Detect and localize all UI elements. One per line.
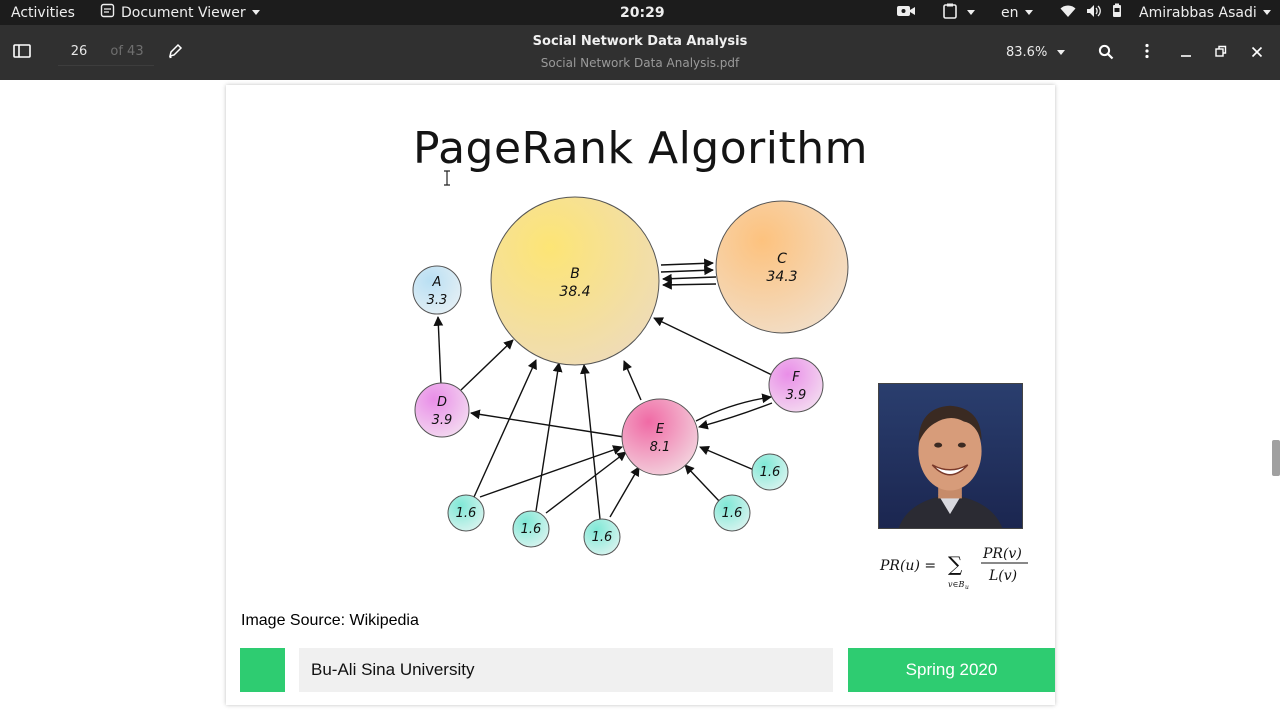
formula-subscript: v∈B: [948, 580, 964, 589]
pencil-icon: [167, 43, 183, 63]
node-e-label: E: [656, 422, 665, 437]
input-language-menu[interactable]: en: [1001, 0, 1033, 25]
user-menu[interactable]: Amirabbas Asadi: [1139, 0, 1271, 25]
battery-icon: [1112, 3, 1122, 22]
activities-label: Activities: [11, 4, 75, 21]
pagerank-formula: PR(u) = ∑ v∈B u PR(v) L(v): [876, 540, 1036, 591]
wifi-icon: [1060, 4, 1076, 22]
edge-n4-e: [699, 445, 755, 471]
footer-university: Bu-Ali Sina University: [299, 648, 833, 692]
edge-n2-e: [545, 451, 627, 514]
pdf-page: PageRank Algorithm B 38.4 C 34.3 A 3.3 D…: [226, 85, 1055, 705]
node-f-score: 3.9: [786, 388, 807, 403]
formula-sum: ∑: [948, 552, 963, 576]
document-viewer-icon: [100, 3, 115, 22]
search-button[interactable]: [1098, 44, 1114, 64]
node-c-label: C: [777, 251, 787, 267]
main-menu-button[interactable]: [1144, 43, 1150, 63]
formula-denominator: L(v): [988, 568, 1017, 584]
sidebar-icon: [12, 44, 32, 64]
node-n3-score: 1.6: [592, 530, 613, 545]
node-n5-score: 1.6: [722, 506, 743, 521]
footer-accent-block: [240, 648, 285, 692]
edge-n3-e: [609, 466, 640, 518]
minimize-icon: [1180, 44, 1192, 63]
node-c: [715, 200, 849, 334]
chevron-down-icon: [251, 10, 260, 15]
footer-semester: Spring 2020: [848, 648, 1055, 692]
vertical-scrollbar[interactable]: [1272, 440, 1280, 476]
node-e-score: 8.1: [650, 440, 671, 455]
semester-label: Spring 2020: [905, 660, 998, 679]
language-label: en: [1001, 4, 1019, 21]
screen-recording-indicator[interactable]: [896, 0, 916, 25]
document-title: Social Network Data Analysis: [532, 34, 748, 49]
node-d: [414, 382, 470, 438]
close-icon: [1251, 44, 1263, 63]
system-status-menu[interactable]: [1060, 0, 1122, 25]
formula-lhs: PR(u) =: [879, 558, 936, 574]
edge-c-b: [662, 273, 717, 284]
edge-b-c-2: [660, 265, 714, 276]
volume-icon: [1086, 4, 1102, 22]
edge-d-a: [433, 316, 444, 386]
chevron-down-icon: [967, 10, 975, 15]
node-a-score: 3.3: [427, 293, 448, 308]
restore-icon: [1215, 44, 1227, 63]
edge-n2-b: [535, 362, 563, 512]
page-count-label: of 43: [100, 38, 154, 66]
page-number-input[interactable]: 26: [58, 38, 100, 66]
node-d-label: D: [437, 395, 447, 410]
app-name: Document Viewer: [121, 4, 246, 21]
zoom-level: 83.6%: [1006, 44, 1048, 60]
maximize-button[interactable]: [1215, 44, 1227, 63]
node-b-score: 38.4: [559, 284, 590, 300]
formula-numerator: PR(v): [982, 546, 1022, 562]
image-source-caption: Image Source: Wikipedia: [241, 612, 419, 629]
formula-subscript-u: u: [965, 584, 969, 590]
text-cursor-icon: [444, 170, 450, 186]
sidebar-toggle-button[interactable]: [12, 42, 32, 64]
node-e: [621, 398, 699, 476]
search-icon: [1098, 44, 1114, 64]
chevron-down-icon: [1024, 10, 1033, 15]
node-b-label: B: [570, 266, 580, 282]
document-viewport[interactable]: PageRank Algorithm B 38.4 C 34.3 A 3.3 D…: [0, 80, 1280, 720]
edge-c-b-2: [662, 279, 717, 290]
node-n4-score: 1.6: [760, 465, 781, 480]
clipboard-menu[interactable]: [943, 0, 975, 25]
close-button[interactable]: [1251, 44, 1263, 63]
zoom-menu[interactable]: 83.6%: [1006, 38, 1066, 66]
portrait-photo: [878, 383, 1023, 529]
edge-d-b: [460, 339, 514, 391]
node-a-label: A: [432, 275, 442, 290]
chevron-down-icon: [1057, 49, 1066, 55]
node-n1-score: 1.6: [456, 506, 477, 521]
system-top-bar: Activities Document Viewer 20:29 en Amir…: [0, 0, 1280, 25]
app-menu[interactable]: Document Viewer: [100, 0, 260, 25]
activities-button[interactable]: Activities: [11, 0, 75, 25]
node-f-label: F: [792, 370, 800, 385]
clipboard-icon: [943, 3, 957, 23]
user-name: Amirabbas Asadi: [1139, 4, 1257, 21]
chevron-down-icon: [1262, 10, 1271, 15]
node-n2-score: 1.6: [521, 522, 542, 537]
node-f: [768, 357, 824, 413]
camera-icon: [896, 4, 916, 22]
edge-n3-b: [580, 364, 601, 520]
document-filename: Social Network Data Analysis.pdf: [540, 56, 740, 70]
edge-n5-e: [684, 464, 721, 503]
kebab-menu-icon: [1144, 43, 1150, 63]
clock-label: 20:29: [620, 4, 665, 21]
header-bar: 26 of 43 Social Network Data Analysis So…: [0, 25, 1280, 80]
annotate-button[interactable]: [167, 43, 183, 63]
edge-n1-b: [473, 359, 537, 498]
minimize-button[interactable]: [1180, 44, 1192, 63]
edge-e-b: [623, 360, 642, 401]
node-c-score: 34.3: [766, 269, 797, 285]
node-d-score: 3.9: [432, 413, 453, 428]
edge-b-c: [660, 258, 714, 269]
clock[interactable]: 20:29: [620, 0, 665, 25]
university-name: Bu-Ali Sina University: [311, 660, 475, 679]
